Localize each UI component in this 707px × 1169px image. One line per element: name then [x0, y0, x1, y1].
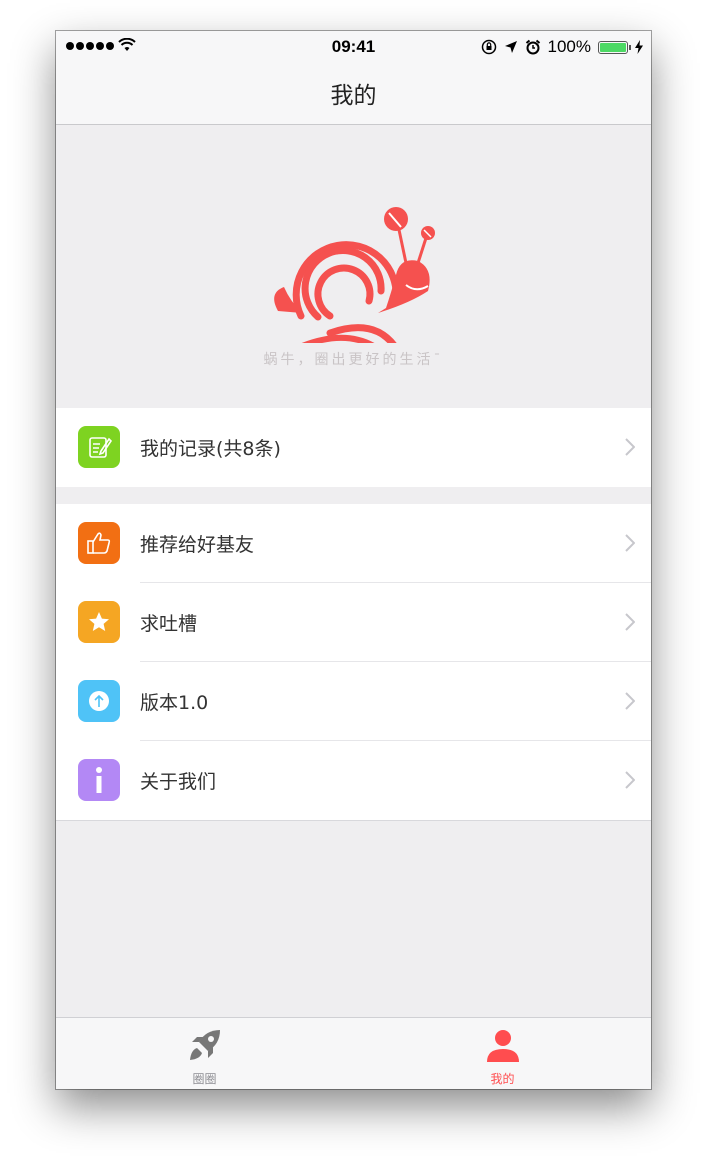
menu-item-label: 求吐槽 [140, 613, 198, 635]
menu-item-recommend[interactable]: 推荐给好基友 [56, 504, 651, 583]
menu-item-label: 关于我们 [140, 771, 217, 793]
chevron-right-icon [625, 771, 635, 789]
menu-item-label: 我的记录(共8条) [140, 438, 281, 460]
menu-item-about[interactable]: 关于我们 [56, 741, 651, 820]
menu-item-feedback[interactable]: 求吐槽 [56, 583, 651, 662]
info-icon [78, 759, 120, 801]
menu-item-version[interactable]: 版本1.0 [56, 662, 651, 741]
chevron-right-icon [625, 534, 635, 552]
alarm-icon [525, 39, 540, 55]
battery-icon [598, 40, 631, 54]
tab-label: 我的 [490, 1072, 515, 1086]
status-bar: 09:41 100% [56, 31, 651, 62]
menu-item-label: 推荐给好基友 [140, 534, 255, 556]
chevron-right-icon [625, 613, 635, 631]
slogan-text: 蜗牛，圈出更好的生活ˉ [263, 352, 444, 368]
star-icon [78, 601, 120, 643]
tab-mine[interactable]: 我的 [354, 1018, 651, 1089]
settings-section: 推荐给好基友 求吐槽 版本1.0 关于我们 [56, 504, 651, 821]
notepad-icon [78, 426, 120, 468]
tab-label: 圈圈 [192, 1072, 217, 1086]
profile-header: 蜗牛，圈出更好的生活ˉ [56, 125, 651, 408]
status-indicators: 100% [481, 37, 643, 57]
tab-bar: 圈圈 我的 [56, 1017, 651, 1089]
battery-percent: 100% [547, 37, 591, 56]
phone-screen: 09:41 100% 我的 蜗牛，圈出更好的生活ˉ 我的记录(共8条) 推荐给好… [56, 31, 651, 1089]
snail-logo [274, 207, 435, 343]
chevron-right-icon [625, 438, 635, 456]
person-icon [486, 1030, 519, 1062]
tab-circles[interactable]: 圈圈 [56, 1018, 353, 1089]
menu-item-records[interactable]: 我的记录(共8条) [56, 408, 651, 487]
records-section: 我的记录(共8条) [56, 408, 651, 487]
thumbs-up-icon [78, 522, 120, 564]
orientation-lock-icon [481, 39, 496, 55]
menu-item-label: 版本1.0 [140, 692, 209, 714]
charging-bolt-icon [635, 40, 643, 54]
upload-icon [78, 680, 120, 722]
rocket-icon [189, 1030, 220, 1060]
chevron-right-icon [625, 692, 635, 710]
page-title: 我的 [330, 83, 377, 109]
location-arrow-icon [504, 41, 517, 53]
navigation-bar: 我的 [56, 62, 651, 125]
